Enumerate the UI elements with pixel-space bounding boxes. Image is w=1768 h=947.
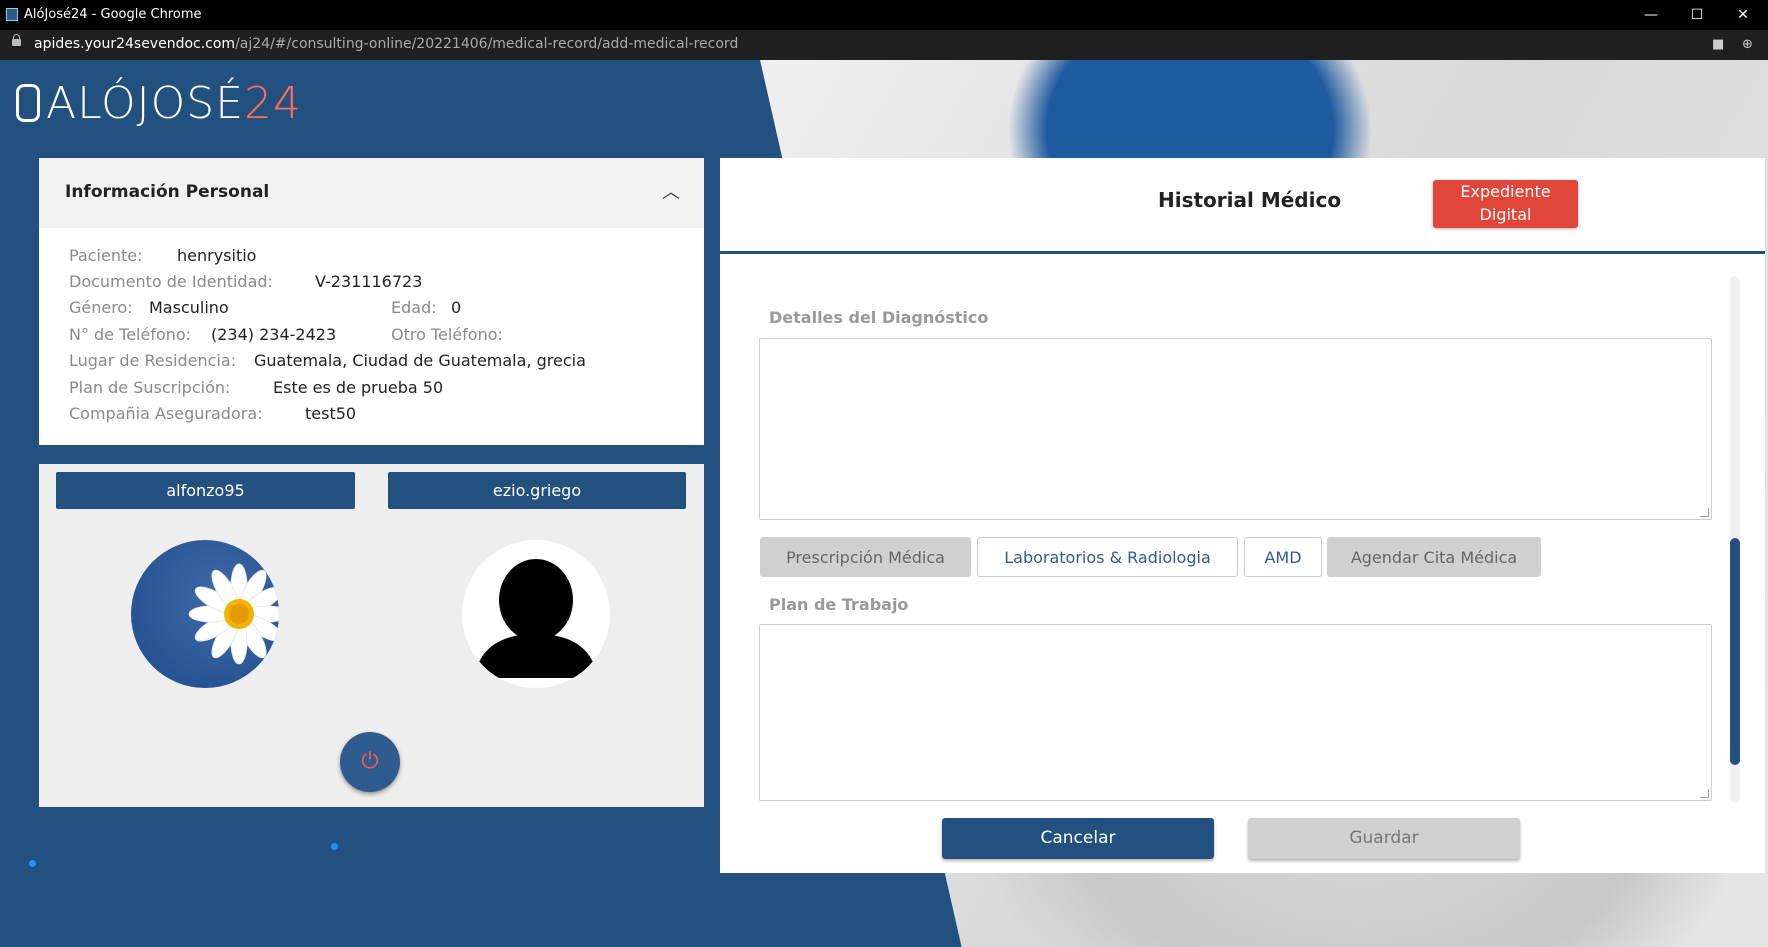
close-window-button[interactable]: ✕	[1720, 0, 1766, 30]
loading-dot	[29, 860, 36, 867]
age-value: 0	[451, 298, 462, 317]
loading-dot	[331, 843, 338, 850]
medical-record-title: Historial Médico	[1158, 188, 1342, 212]
resize-grip-icon[interactable]	[1700, 789, 1709, 798]
diagnosis-label: Detalles del Diagnóstico	[769, 308, 989, 327]
end-call-button[interactable]: ⏻	[340, 732, 400, 792]
favicon-icon	[6, 8, 18, 21]
subscription-label: Plan de Suscripción:	[69, 378, 231, 397]
chevron-up-icon[interactable]: ︿	[662, 178, 680, 204]
work-plan-textarea[interactable]	[759, 624, 1712, 801]
app-logo: ALÓJOSÉ24	[16, 78, 302, 129]
personal-info-title: Información Personal	[65, 182, 270, 202]
gender-label: Género:	[69, 298, 133, 317]
insurer-label: Compañia Aseguradora:	[69, 404, 263, 423]
personal-info-header[interactable]: Información Personal ︿	[39, 158, 704, 228]
user-button-alfonzo95[interactable]: alfonzo95	[56, 472, 355, 509]
window-title: AlóJosé24 - Google Chrome	[24, 7, 202, 22]
digital-record-button[interactable]: Expediente Digital	[1433, 180, 1578, 228]
user-silhouette-icon	[474, 559, 598, 678]
browser-title-bar: AlóJosé24 - Google Chrome — ☐ ✕	[0, 0, 1768, 30]
camera-icon[interactable]: ■	[1712, 37, 1724, 52]
work-plan-label: Plan de Trabajo	[769, 595, 909, 614]
save-button[interactable]: Guardar	[1248, 818, 1520, 859]
call-card: alfonzo95 ezio.griego ⏻	[39, 464, 704, 807]
patient-value: henrysitio	[177, 246, 257, 265]
lock-icon	[12, 34, 21, 46]
id-doc-label: Documento de Identidad:	[69, 272, 273, 291]
patient-label: Paciente:	[69, 246, 143, 265]
insurer-value: test50	[305, 404, 357, 423]
resize-grip-icon[interactable]	[1700, 508, 1709, 517]
daisy-icon	[188, 563, 279, 665]
phone-value: (234) 234-2423	[211, 325, 337, 344]
cancel-button[interactable]: Cancelar	[942, 818, 1214, 859]
medical-record-panel: Historial Médico Expediente Digital Deta…	[720, 158, 1765, 873]
scrollbar[interactable]	[1730, 276, 1740, 803]
address-bar[interactable]: apides.your24sevendoc.com/aj24/#/consult…	[0, 30, 1768, 60]
diagnosis-textarea[interactable]	[759, 338, 1712, 520]
user-button-ezio-griego[interactable]: ezio.griego	[388, 472, 686, 509]
minimize-button[interactable]: —	[1628, 0, 1674, 30]
tab-schedule-appointment[interactable]: Agendar Cita Médica	[1327, 537, 1541, 577]
residence-value: Guatemala, Ciudad de Guatemala, grecia	[254, 351, 586, 370]
tab-labs-radiology[interactable]: Laboratorios & Radiologia	[977, 537, 1238, 577]
stethoscope-icon	[16, 84, 40, 122]
zoom-icon[interactable]: ⊕	[1742, 37, 1753, 52]
gender-value: Masculino	[149, 298, 229, 317]
scrollbar-thumb[interactable]	[1730, 538, 1740, 765]
personal-info-card: Información Personal ︿ Paciente: henrysi…	[39, 158, 704, 445]
id-doc-value: V-231116723	[315, 272, 423, 291]
age-label: Edad:	[391, 298, 437, 317]
tab-prescription[interactable]: Prescripción Médica	[760, 537, 971, 577]
other-phone-label: Otro Teléfono:	[391, 325, 503, 344]
phone-label: N° de Teléfono:	[69, 325, 192, 344]
url-text[interactable]: apides.your24sevendoc.com/aj24/#/consult…	[34, 36, 738, 52]
maximize-button[interactable]: ☐	[1674, 0, 1720, 30]
avatar-alfonzo95	[131, 540, 279, 688]
subscription-value: Este es de prueba 50	[273, 378, 444, 397]
residence-label: Lugar de Residencia:	[69, 351, 237, 370]
tab-amd[interactable]: AMD	[1244, 537, 1322, 577]
power-icon: ⏻	[361, 749, 379, 774]
avatar-ezio-griego	[462, 540, 610, 688]
title-divider	[720, 251, 1765, 254]
